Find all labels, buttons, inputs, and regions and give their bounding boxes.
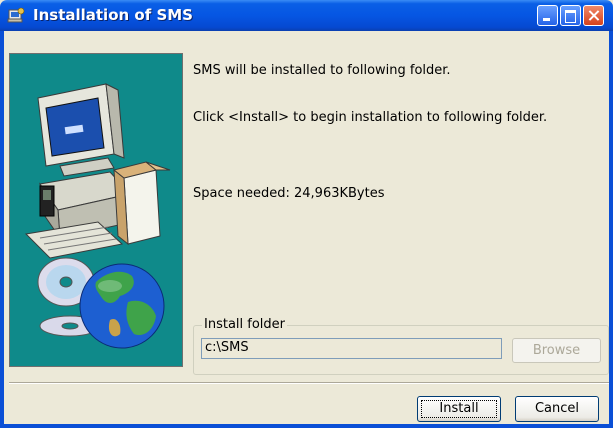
install-folder-label: Install folder — [202, 317, 288, 332]
minimize-button[interactable] — [537, 5, 558, 26]
browse-button[interactable]: Browse — [512, 338, 601, 363]
installer-icon — [7, 7, 25, 23]
installer-illustration — [9, 53, 183, 367]
cancel-button[interactable]: Cancel — [515, 396, 599, 422]
install-folder-field[interactable]: c:\SMS — [201, 338, 502, 359]
computer-globe-illustration — [24, 83, 171, 349]
close-button[interactable] — [583, 5, 604, 26]
install-location-text: SMS will be installed to following folde… — [193, 63, 451, 78]
separator-line — [9, 382, 609, 384]
window-frame-left — [0, 31, 4, 428]
installer-window: Installation of SMS SMS will be installe… — [0, 0, 613, 428]
maximize-button[interactable] — [560, 5, 581, 26]
install-instructions-text: Click <Install> to begin installation to… — [193, 110, 548, 125]
title-bar[interactable]: Installation of SMS — [0, 0, 613, 31]
install-folder-group: Install folder c:\SMS Browse — [193, 317, 609, 375]
space-needed-text: Space needed: 24,963KBytes — [193, 186, 385, 201]
install-button[interactable]: Install — [417, 396, 501, 422]
window-frame-right — [609, 31, 613, 428]
window-title: Installation of SMS — [33, 6, 193, 24]
window-frame-bottom — [0, 424, 613, 428]
